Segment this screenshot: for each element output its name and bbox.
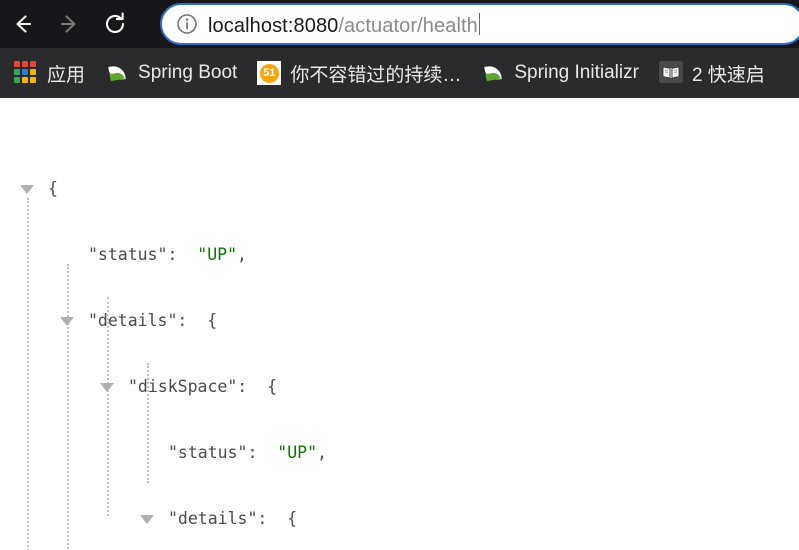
json-value: "UP" xyxy=(277,443,318,462)
bookmark-label: 2 快速启 xyxy=(691,64,765,86)
json-line-text: "details": { xyxy=(88,304,217,337)
arrow-right-icon xyxy=(56,11,82,37)
json-row: "details": { xyxy=(0,304,437,337)
json-separator: : xyxy=(237,377,268,396)
bookmark-quick-start[interactable]: 2 快速启 xyxy=(653,56,771,90)
json-key: "status" xyxy=(168,443,248,462)
json-separator: : xyxy=(257,509,288,528)
bookmark-label: Spring Initializr xyxy=(514,62,639,83)
json-value: { xyxy=(207,311,218,330)
apps-grid-icon xyxy=(14,61,38,85)
json-key: "status" xyxy=(88,245,168,264)
json-value: { xyxy=(267,377,278,396)
reload-icon xyxy=(102,11,128,37)
url-host: localhost:8080 xyxy=(208,15,339,37)
json-row: "status": "UP", xyxy=(0,238,437,271)
badge-51-icon: 51 xyxy=(257,61,282,85)
open-book-icon xyxy=(658,61,683,85)
arrow-left-icon xyxy=(10,11,36,37)
bookmarks-bar: 应用 Spring Boot 51 你不容错过的持续… Spring Initi… xyxy=(0,48,799,98)
json-line-text: "status": "UP", xyxy=(168,436,327,469)
address-bar-container: localhost:8080/actuator/health xyxy=(160,3,799,45)
json-collapse-triangle-icon[interactable] xyxy=(20,185,34,194)
json-viewer: {"status": "UP", "details": {"diskSpace":… xyxy=(0,172,437,550)
json-row: { xyxy=(0,172,437,205)
bookmark-spring-initializr[interactable]: Spring Initializr xyxy=(475,56,645,90)
json-comma: , xyxy=(317,443,327,462)
bookmark-label: Spring Boot xyxy=(138,62,238,83)
json-line-text: "details": { xyxy=(168,502,297,535)
info-circle-icon[interactable] xyxy=(174,11,200,37)
reload-button[interactable] xyxy=(92,0,138,48)
bookmark-spring-boot[interactable]: Spring Boot xyxy=(99,56,243,90)
address-bar[interactable]: localhost:8080/actuator/health xyxy=(160,3,799,45)
spring-leaf-icon xyxy=(105,61,129,85)
json-line-text: { xyxy=(48,172,58,205)
json-brace-glyph: { xyxy=(48,179,58,198)
json-value: { xyxy=(287,509,298,528)
json-key: "details" xyxy=(168,509,258,528)
text-cursor xyxy=(478,13,480,35)
json-separator: : xyxy=(167,245,198,264)
json-key: "diskSpace" xyxy=(128,377,238,396)
browser-window: localhost:8080/actuator/health 应用 Spring… xyxy=(0,0,799,550)
json-row: "details": { xyxy=(0,502,437,535)
address-bar-text: localhost:8080/actuator/health xyxy=(208,10,480,38)
bookmark-label: 应用 xyxy=(47,64,86,86)
json-row: "status": "UP", xyxy=(0,436,437,469)
json-comma: , xyxy=(237,245,247,264)
json-value: "UP" xyxy=(197,245,238,264)
spring-leaf-icon xyxy=(481,61,505,85)
browser-toolbar: localhost:8080/actuator/health xyxy=(0,0,799,48)
url-path: /actuator/health xyxy=(338,15,478,37)
json-collapse-triangle-icon[interactable] xyxy=(100,383,114,392)
json-key: "details" xyxy=(88,311,178,330)
json-separator: : xyxy=(177,311,208,330)
json-line-text: "diskSpace": { xyxy=(128,370,277,403)
bookmark-apps[interactable]: 应用 xyxy=(8,56,91,90)
page-content: {"status": "UP", "details": {"diskSpace":… xyxy=(0,98,799,550)
json-line-text: "status": "UP", xyxy=(88,238,247,271)
bookmark-label: 你不容错过的持续… xyxy=(290,64,462,86)
bookmark-51cto[interactable]: 51 你不容错过的持续… xyxy=(251,56,467,90)
json-separator: : xyxy=(247,443,278,462)
json-collapse-triangle-icon[interactable] xyxy=(140,515,154,524)
back-button[interactable] xyxy=(0,0,46,48)
json-collapse-triangle-icon[interactable] xyxy=(60,317,74,326)
json-row: "diskSpace": { xyxy=(0,370,437,403)
forward-button[interactable] xyxy=(46,0,92,48)
